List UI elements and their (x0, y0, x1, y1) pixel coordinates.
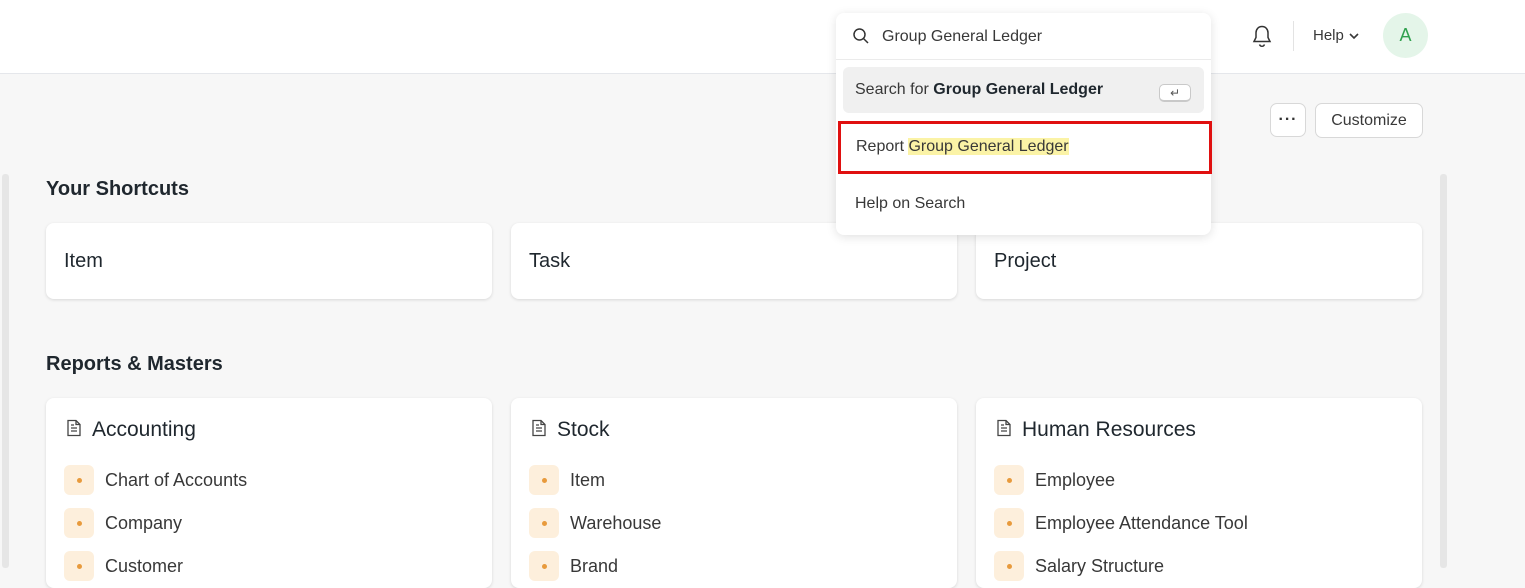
bullet-icon (994, 551, 1024, 581)
link-label: Chart of Accounts (105, 469, 248, 490)
search-for-term: Group General Ledger (933, 81, 1104, 98)
report-card-stock: Stock Item Warehouse Brand (511, 398, 957, 588)
left-scroll-track (2, 174, 9, 568)
enter-key-icon: ↵ (1159, 84, 1191, 102)
card-header[interactable]: Accounting (66, 418, 196, 442)
help-dropdown[interactable]: Help (1313, 27, 1360, 44)
report-result-option[interactable]: Report Group General Ledger (838, 121, 1212, 174)
card-header[interactable]: Stock (531, 418, 610, 442)
card-title: Accounting (92, 418, 196, 441)
link-label: Brand (570, 555, 619, 576)
card-title: Human Resources (1022, 418, 1196, 441)
shortcut-label: Project (994, 250, 1057, 272)
card-header[interactable]: Human Resources (996, 418, 1196, 442)
link-label: Salary Structure (1035, 555, 1165, 576)
link-salary-structure[interactable]: Salary Structure (994, 551, 1164, 581)
search-icon (852, 27, 870, 50)
link-company[interactable]: Company (64, 508, 182, 538)
bullet-icon (64, 465, 94, 495)
nav-divider (1293, 21, 1294, 51)
shortcut-card-item[interactable]: Item (46, 223, 492, 299)
top-navbar: Help A (0, 0, 1525, 74)
report-card-accounting: Accounting Chart of Accounts Company Cus… (46, 398, 492, 588)
reports-heading: Reports & Masters (46, 353, 223, 375)
search-for-text: Search for Group General Ledger (855, 81, 1103, 99)
shortcut-label: Task (529, 250, 571, 272)
link-label: Employee (1035, 469, 1116, 490)
bullet-icon (994, 465, 1024, 495)
link-employee[interactable]: Employee (994, 465, 1115, 495)
document-icon (996, 419, 1012, 442)
chevron-down-icon (1348, 27, 1360, 44)
scrollbar[interactable] (1440, 174, 1447, 568)
bullet-icon (529, 465, 559, 495)
bullet-icon (64, 508, 94, 538)
report-result-text: Report Group General Ledger (856, 138, 1069, 156)
report-term-highlight: Group General Ledger (908, 138, 1069, 155)
bullet-icon (529, 508, 559, 538)
bullet-icon (64, 551, 94, 581)
link-warehouse[interactable]: Warehouse (529, 508, 661, 538)
help-on-search-option[interactable]: Help on Search (855, 195, 965, 213)
link-label: Warehouse (570, 512, 662, 533)
document-icon (531, 419, 547, 442)
customize-button[interactable]: Customize (1315, 103, 1423, 138)
search-dropdown: Search for Group General Ledger ↵ Report… (836, 13, 1212, 235)
document-icon (66, 419, 82, 442)
link-brand[interactable]: Brand (529, 551, 618, 581)
shortcut-label: Item (64, 250, 103, 272)
card-title: Stock (557, 418, 610, 441)
bullet-icon (529, 551, 559, 581)
report-card-human-resources: Human Resources Employee Employee Attend… (976, 398, 1422, 588)
link-item[interactable]: Item (529, 465, 605, 495)
help-label: Help (1313, 27, 1344, 44)
bullet-icon (994, 508, 1024, 538)
search-bar (836, 13, 1211, 60)
link-customer[interactable]: Customer (64, 551, 183, 581)
shortcuts-heading: Your Shortcuts (46, 178, 189, 200)
report-prefix: Report (856, 138, 905, 155)
link-employee-attendance-tool[interactable]: Employee Attendance Tool (994, 508, 1248, 538)
more-options-button[interactable]: ··· (1270, 103, 1306, 137)
bell-icon[interactable] (1251, 24, 1273, 48)
link-label: Item (570, 469, 606, 490)
search-for-prefix: Search for (855, 81, 929, 98)
link-label: Customer (105, 555, 184, 576)
search-input[interactable] (880, 24, 1194, 50)
link-label: Company (105, 512, 183, 533)
avatar[interactable]: A (1383, 13, 1428, 58)
link-chart-of-accounts[interactable]: Chart of Accounts (64, 465, 247, 495)
search-for-option[interactable]: Search for Group General Ledger ↵ (843, 67, 1204, 113)
link-label: Employee Attendance Tool (1035, 512, 1248, 533)
